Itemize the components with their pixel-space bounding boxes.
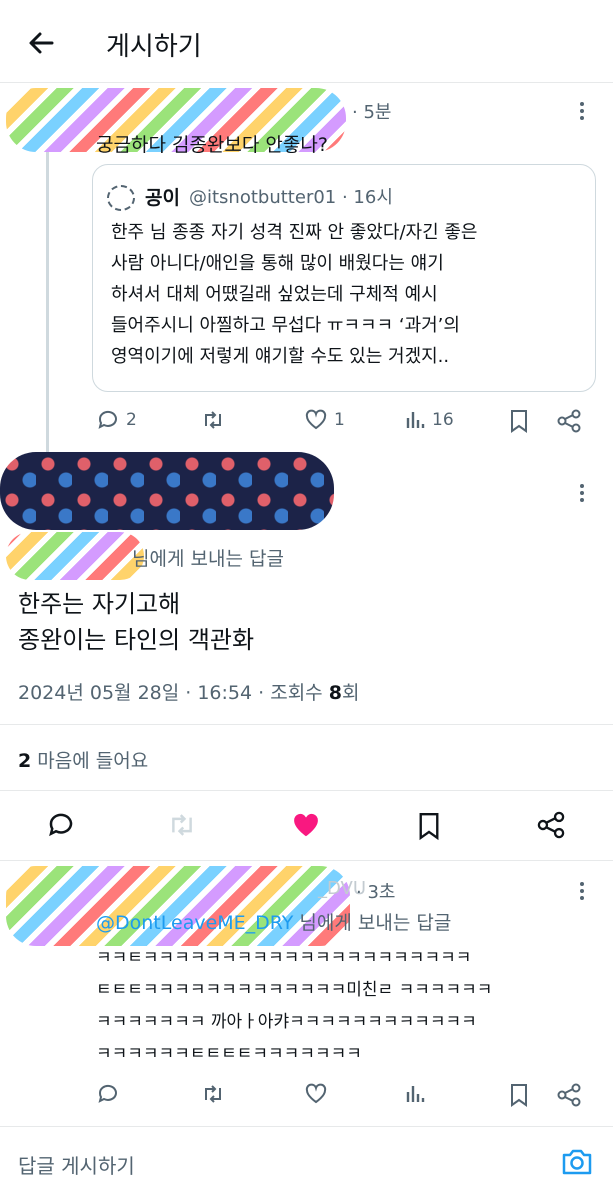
back-arrow-icon[interactable] (26, 28, 56, 58)
header-divider (0, 82, 613, 83)
like-action[interactable] (290, 810, 322, 840)
reply-icon (49, 813, 73, 837)
heart-filled-icon (294, 813, 318, 837)
like-action[interactable] (304, 1082, 328, 1106)
likes-stat[interactable]: 2 마음에 들어요 (18, 746, 148, 773)
views-action[interactable] (404, 1082, 426, 1106)
share-action[interactable] (556, 408, 582, 434)
reply-action[interactable] (96, 1082, 120, 1106)
bookmark-action[interactable] (416, 810, 442, 842)
avatar (107, 185, 135, 211)
mention-link[interactable]: @DontLeaveME_DRY (96, 912, 293, 934)
quote-line: 들어주시니 아찔하고 무섭다 ㅠㅋㅋㅋ ‘과거’의 (111, 315, 460, 336)
reply-line: ㅋㅋㅋㅋㅋㅋㅋ 까아ㅏ아캬ㅋㅋㅋㅋㅋㅋㅋㅋㅋㅋㅋㅋ (96, 1012, 477, 1032)
repost-action[interactable] (200, 408, 226, 432)
repost-icon (172, 814, 192, 836)
share-icon (557, 409, 581, 433)
repost-icon (205, 1085, 221, 1103)
view-count: 16 (432, 410, 454, 430)
views-action[interactable]: 16 (404, 408, 454, 432)
quote-body: 한주 님 종종 자기 성격 진짜 안 좋았다/자긴 좋은 사람 아니다/애인을 … (111, 217, 477, 372)
reply-to-line: @DontLeaveME_DRY 님에게 보내는 답글 (96, 908, 451, 935)
reply-body: ㅋㅋㅌㅋㅋㅋㅋㅋㅋㅋㅋㅋㅋㅋㅋㅋㅋㅋㅋㅋㅋㅋㅋㅋ ㅌㅌㅌㅋㅋㅋㅋㅋㅋㅋㅋㅋㅋㅋㅋ… (96, 942, 492, 1070)
camera-icon[interactable] (560, 1146, 594, 1178)
share-action[interactable] (556, 1082, 582, 1108)
bookmark-icon (511, 410, 527, 433)
reply-line: ㅋㅋㅋㅋㅋㅋㅌㅌㅌㅌㅋㅋㅋㅋㅋㅋㅋ (96, 1044, 362, 1064)
more-options-icon[interactable] (578, 100, 586, 122)
repost-action[interactable] (166, 810, 198, 840)
page-title: 게시하기 (106, 32, 202, 62)
main-post-body: 한주는 자기고해 종완이는 타인의 객관화 (18, 586, 254, 658)
heart-icon (305, 409, 327, 430)
views-icon (406, 1086, 425, 1102)
reply-divider (0, 860, 613, 861)
reply-time: · 3초 (356, 882, 396, 903)
quote-line: 영역이기에 저렇게 얘기할 수도 있는 거겠지.. (111, 346, 450, 367)
bookmark-icon (419, 813, 439, 841)
reply-composer-input[interactable]: 답글 게시하기 (18, 1150, 135, 1179)
likes-count: 2 (18, 750, 32, 772)
like-count: 1 (334, 410, 345, 430)
main-post-line: 종완이는 타인의 객관화 (18, 626, 255, 654)
views-suffix: 회 (341, 682, 360, 704)
main-post-line: 한주는 자기고해 (18, 590, 181, 618)
stats-divider (0, 724, 613, 725)
quote-handle-time: @itsnotbutter01 · 16시 (189, 187, 393, 208)
view-count: 8 (328, 682, 342, 704)
views-icon (406, 412, 425, 428)
date-text: 2024년 05월 28일 · 16:54 · 조회수 (18, 682, 329, 704)
heart-icon (305, 1083, 327, 1104)
post-text: 궁금하다 김종완보다 안좋나? (96, 134, 328, 156)
quote-line: 사람 아니다/애인을 통해 많이 배웠다는 얘기 (111, 253, 444, 274)
redacted-avatar-and-name (0, 452, 334, 530)
reply-action[interactable] (46, 810, 76, 840)
reply-line: ㅌㅌㅌㅋㅋㅋㅋㅋㅋㅋㅋㅋㅋㅋㅋㅋ미친ㄹ ㅋㅋㅋㅋㅋㅋ (96, 980, 493, 1000)
more-options-icon[interactable] (578, 880, 586, 902)
likes-label: 마음에 들어요 (31, 750, 149, 772)
reply-icon (98, 410, 117, 429)
like-action[interactable]: 1 (304, 408, 345, 432)
redacted-mention (6, 532, 144, 580)
share-action[interactable] (536, 810, 566, 840)
actions-divider (0, 790, 613, 791)
post-time: · 5분 (352, 102, 392, 123)
reply-count: 2 (126, 410, 137, 430)
share-icon (557, 1083, 581, 1107)
reply-action[interactable]: 2 (96, 408, 137, 432)
more-options-icon[interactable] (578, 482, 586, 504)
reply-icon (98, 1084, 117, 1103)
bookmark-icon (511, 1084, 527, 1107)
quote-line: 하셔서 대체 어땠길래 싶었는데 구체적 예시 (111, 284, 438, 305)
quoted-post[interactable]: 공이 @itsnotbutter01 · 16시 한주 님 종종 자기 성격 진… (92, 164, 596, 392)
reply-to-label: 님에게 보내는 답글 (132, 548, 284, 570)
composer-divider (0, 1126, 613, 1127)
bookmark-action[interactable] (508, 408, 530, 434)
thread-line (46, 145, 49, 465)
bookmark-action[interactable] (508, 1082, 530, 1108)
repost-action[interactable] (200, 1082, 226, 1106)
share-icon (537, 811, 565, 839)
quote-line: 한주 님 종종 자기 성격 진짜 안 좋았다/자긴 좋은 (111, 222, 478, 243)
quote-author-name: 공이 (145, 187, 180, 209)
post-timestamp: 2024년 05월 28일 · 16:54 · 조회수 8회 (18, 678, 359, 705)
reply-line: ㅋㅋㅌㅋㅋㅋㅋㅋㅋㅋㅋㅋㅋㅋㅋㅋㅋㅋㅋㅋㅋㅋㅋㅋ (96, 948, 472, 968)
repost-icon (205, 411, 221, 429)
reply-to-suffix: 님에게 보내는 답글 (293, 912, 452, 934)
